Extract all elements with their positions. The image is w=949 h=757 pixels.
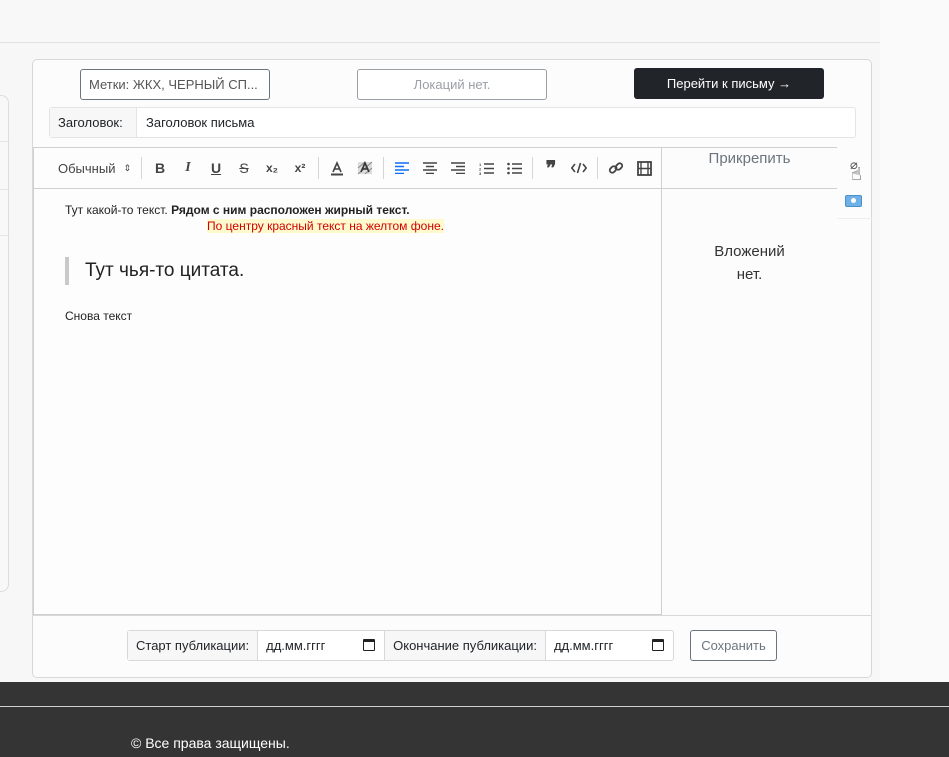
end-label: Окончание публикации: [385,631,546,660]
strike-button[interactable]: S [230,156,258,180]
code-icon [571,162,588,174]
toolbar-separator [532,157,534,179]
highlight-icon [357,161,373,175]
text-color-button[interactable] [323,156,351,180]
superscript-icon: x² [294,161,306,175]
film-icon [636,160,652,176]
code-block-button[interactable] [565,156,593,180]
svg-text:3: 3 [479,171,482,175]
toolbar-separator [318,157,320,179]
paragraph: Снова текст [65,309,133,323]
plain-text: Тут какой-то текст. [65,203,172,217]
background-color-button[interactable] [351,156,379,180]
divider [0,235,9,236]
letter-editor-card: Метки: ЖКХ, ЧЕРНЫЙ СП... Локаций нет. Пе… [32,59,872,678]
attachments-empty: Вложений нет. [714,243,785,283]
camera-icon[interactable] [845,195,862,207]
toolbar-separator [597,157,599,179]
publication-dates: Старт публикации: дд.мм.гггг Окончание п… [127,630,674,661]
rich-text-editor[interactable]: Обычный ⇕ B I U S x₂ x² 1 2 3 ❞ Тут како… [33,147,662,615]
ordered-list-button[interactable]: 123 [472,156,500,180]
toolbar-separator [141,157,143,179]
link-button[interactable] [602,156,630,180]
ordered-list-icon: 123 [479,162,494,175]
subscript-button[interactable]: x₂ [258,156,286,180]
editor-content[interactable]: Тут какой-то текст. Рядом с ним располож… [34,189,661,323]
divider [0,189,9,190]
updown-icon: ⇕ [123,163,132,173]
link-icon [608,162,624,174]
blockquote-button[interactable]: ❞ [537,156,565,180]
title-input[interactable]: Заголовок письма [137,108,254,137]
tags-input[interactable]: Метки: ЖКХ, ЧЕРНЫЙ СП... [80,69,270,100]
strikethrough-icon: S [239,160,249,176]
attachments-panel: Прикрепить Вложений нет. [662,147,837,615]
toolbar-separator [383,157,385,179]
underline-icon: U [210,160,222,176]
format-select[interactable]: Обычный ⇕ [58,161,131,176]
end-date-value: дд.мм.гггг [553,638,614,653]
left-sidebar-edge [0,95,9,592]
align-center-icon [423,162,438,174]
page-footer: © Все права защищены. [0,682,949,757]
title-label: Заголовок: [50,108,137,137]
title-field-group: Заголовок: Заголовок письма [49,107,856,138]
locations-button[interactable]: Локаций нет. [357,69,547,100]
format-select-label: Обычный [58,160,116,176]
italic-button[interactable]: I [174,156,202,180]
top-area [0,0,949,42]
bold-text: Рядом с ним расположен жирный текст. [171,203,410,217]
blockquote: Тут чья-то цитата. [65,257,661,285]
align-center-button[interactable] [416,156,444,180]
attach-header[interactable]: Прикрепить [662,148,837,189]
footer-divider [0,706,949,707]
paragraph: Тут какой-то текст. Рядом с ним располож… [65,203,661,217]
copyright-text: © Все права защищены. [131,735,290,751]
start-label: Старт публикации: [128,631,259,660]
align-right-button[interactable] [444,156,472,180]
superscript-button[interactable]: x² [286,156,314,180]
goto-letter-button[interactable]: Перейти к письму → [634,68,824,99]
publication-bar: Старт публикации: дд.мм.гггг Окончание п… [33,615,871,678]
align-left-icon [395,162,410,174]
start-date-value: дд.мм.гггг [266,638,326,653]
attachment-tools: ⌀ ☝ [837,147,872,219]
save-button[interactable]: Сохранить [690,630,777,661]
hand-cursor-icon: ☝ [851,164,862,184]
paragraph-centered: По центру красный текст на желтом фоне. [65,219,661,233]
bold-button[interactable]: B [146,156,174,180]
highlighted-text: По центру красный текст на желтом фоне. [207,219,444,233]
end-date-input[interactable]: дд.мм.гггг [546,631,673,660]
header-divider [0,42,880,43]
bullet-list-button[interactable] [500,156,528,180]
bullet-list-icon [506,162,522,174]
start-date-input[interactable]: дд.мм.гггг [258,631,386,660]
align-right-icon [451,162,466,174]
subscript-icon: x₂ [266,161,279,175]
text-color-icon [331,161,344,176]
video-button[interactable] [630,156,658,180]
bold-icon: B [154,160,166,176]
quote-icon: ❞ [545,157,557,180]
italic-icon: I [185,160,191,175]
underline-button[interactable]: U [202,156,230,180]
right-gutter [880,0,949,682]
calendar-icon[interactable] [651,639,664,651]
calendar-icon[interactable] [363,639,376,651]
align-left-button[interactable] [388,156,416,180]
divider [0,141,9,142]
editor-toolbar: Обычный ⇕ B I U S x₂ x² 1 2 3 ❞ [34,148,661,189]
